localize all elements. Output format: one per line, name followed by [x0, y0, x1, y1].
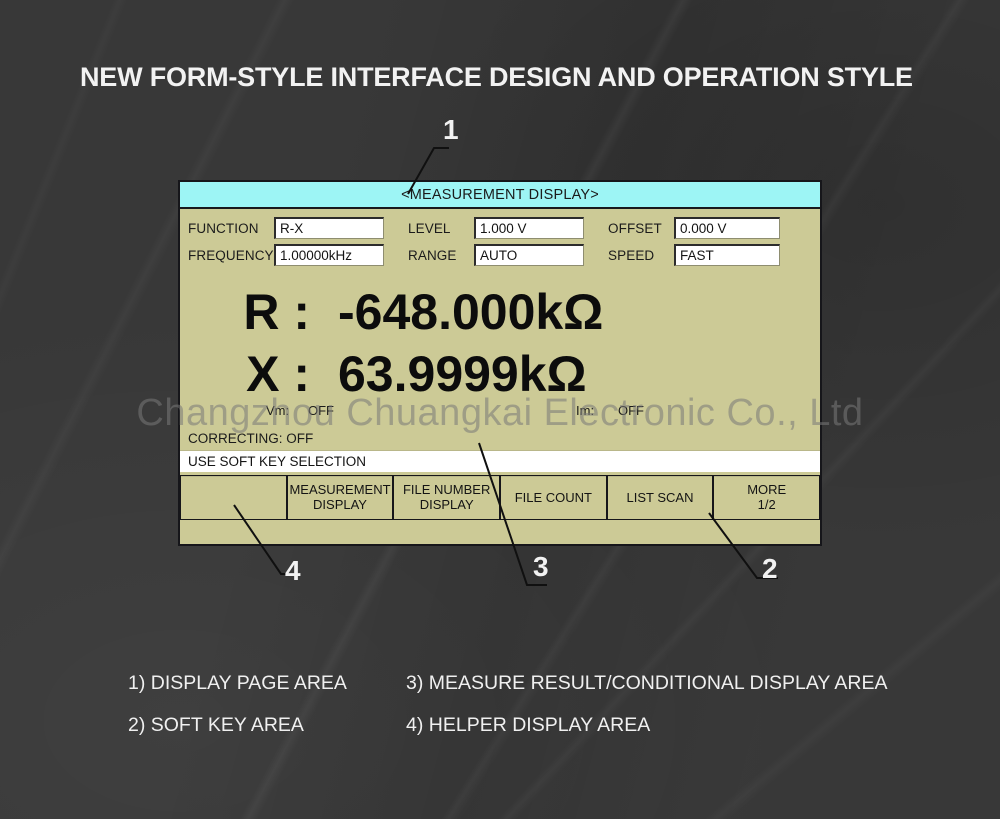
status-correcting: CORRECTING: OFF	[188, 431, 314, 446]
softkey-file-number-display-line2: DISPLAY	[419, 497, 474, 512]
display-header-title: <MEASUREMENT DISPLAY>	[401, 186, 599, 203]
value-im: OFF	[618, 403, 644, 418]
legend-item-4: 4) HELPER DISPLAY AREA	[406, 714, 651, 736]
callout-number-2: 2	[762, 553, 778, 584]
parameter-area: FUNCTION R-X LEVEL 1.000 V OFFSET 0.000 …	[180, 209, 820, 275]
readout-row-x: X : 63.9999kΩ	[180, 345, 820, 407]
softkey-measurement-display-line2: DISPLAY	[313, 497, 367, 512]
soft-key-area: MEASUREMENT DISPLAY FILE NUMBER DISPLAY …	[180, 475, 820, 520]
legend-row-2: 2) SOFT KEY AREA 4) HELPER DISPLAY AREA	[128, 714, 948, 756]
field-range[interactable]: AUTO	[474, 244, 584, 266]
monitor-row: Vm: OFF Im: OFF	[180, 403, 820, 418]
helper-display-area: USE SOFT KEY SELECTION	[180, 450, 820, 472]
readout-value-x: 63.9999kΩ	[338, 346, 587, 402]
readout-symbol-x: X :	[246, 346, 310, 402]
display-page-header: <MEASUREMENT DISPLAY>	[180, 182, 820, 209]
softkey-file-number-display[interactable]: FILE NUMBER DISPLAY	[394, 476, 500, 519]
softkey-list-scan[interactable]: LIST SCAN	[607, 476, 713, 519]
softkey-more[interactable]: MORE 1/2	[714, 476, 820, 519]
legend: 1) DISPLAY PAGE AREA 3) MEASURE RESULT/C…	[128, 672, 948, 756]
label-range: RANGE	[408, 247, 457, 263]
callout-number-3: 3	[533, 551, 549, 582]
callout-number-4: 4	[285, 555, 301, 586]
softkey-list-scan-line1: LIST SCAN	[626, 489, 694, 505]
field-function[interactable]: R-X	[274, 217, 384, 239]
value-vm: OFF	[308, 403, 334, 418]
instrument-screen: <MEASUREMENT DISPLAY> FUNCTION R-X LEVEL…	[178, 180, 822, 546]
page-title: NEW FORM-STYLE INTERFACE DESIGN AND OPER…	[80, 62, 913, 92]
readout-value-r: -648.000kΩ	[338, 284, 604, 340]
softkey-more-line2: 1/2	[757, 497, 776, 512]
label-offset: OFFSET	[608, 220, 662, 236]
legend-item-3: 3) MEASURE RESULT/CONDITIONAL DISPLAY AR…	[406, 672, 888, 694]
field-offset[interactable]: 0.000 V	[674, 217, 780, 239]
legend-item-1: 1) DISPLAY PAGE AREA	[128, 672, 347, 694]
field-frequency[interactable]: 1.00000kHz	[274, 244, 384, 266]
softkey-file-number-display-line1: FILE NUMBER	[402, 482, 491, 498]
softkey-more-line1: MORE	[747, 482, 787, 498]
label-level: LEVEL	[408, 220, 451, 236]
parameter-row-1: FUNCTION R-X LEVEL 1.000 V OFFSET 0.000 …	[188, 216, 812, 240]
helper-text: USE SOFT KEY SELECTION	[188, 454, 367, 469]
readout-symbol-r: R :	[243, 284, 310, 340]
label-vm: Vm:	[266, 403, 290, 418]
softkey-file-count-line1: FILE COUNT	[514, 489, 592, 505]
label-im: Im:	[576, 403, 595, 418]
legend-item-2: 2) SOFT KEY AREA	[128, 714, 304, 736]
parameter-row-2: FREQUENCY 1.00000kHz RANGE AUTO SPEED FA…	[188, 243, 812, 267]
label-speed: SPEED	[608, 247, 655, 263]
softkey-measurement-display[interactable]: MEASUREMENT DISPLAY	[287, 476, 393, 519]
softkey-file-count[interactable]: FILE COUNT	[501, 476, 606, 519]
softkey-blank[interactable]	[181, 476, 286, 519]
softkey-measurement-display-line1: MEASUREMENT	[289, 482, 391, 498]
label-frequency: FREQUENCY	[188, 247, 274, 263]
label-function: FUNCTION	[188, 220, 259, 236]
field-level[interactable]: 1.000 V	[474, 217, 584, 239]
measurement-result-area: R : -648.000kΩ X : 63.9999kΩ Vm: OFF Im:…	[180, 275, 820, 425]
readout-row-r: R : -648.000kΩ	[180, 283, 820, 345]
legend-row-1: 1) DISPLAY PAGE AREA 3) MEASURE RESULT/C…	[128, 672, 948, 714]
monitor-spacer	[404, 403, 576, 418]
field-speed[interactable]: FAST	[674, 244, 780, 266]
callout-number-1: 1	[443, 114, 459, 145]
